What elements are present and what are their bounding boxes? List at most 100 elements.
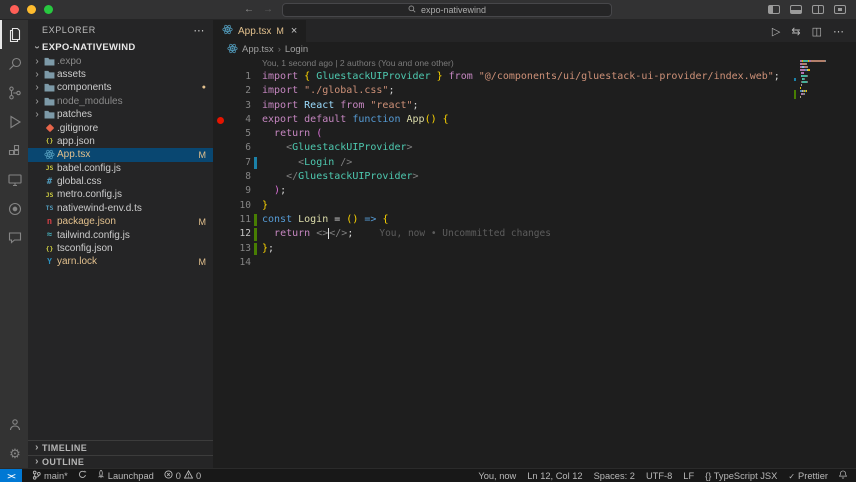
token: import xyxy=(262,85,305,97)
code-line-6[interactable]: 6 <GluestackUIProvider> xyxy=(213,141,856,155)
window-controls xyxy=(0,5,53,14)
file-item-app.json[interactable]: {} app.json xyxy=(28,135,213,148)
code-line-13[interactable]: 13}; xyxy=(213,242,856,256)
git-change-indicator xyxy=(251,242,262,256)
code-line-12[interactable]: 12 return <></>; You, now • Uncommitted c… xyxy=(213,227,856,241)
project-root[interactable]: › EXPO-NATIVEWIND xyxy=(28,41,213,54)
file-item-global.css[interactable]: # global.css xyxy=(28,175,213,188)
back-button[interactable]: ← xyxy=(244,4,254,15)
status-text: Prettier xyxy=(798,470,828,481)
code-line-1[interactable]: 1 import { GluestackUIProvider } from "@/… xyxy=(213,70,856,84)
status-notifications[interactable] xyxy=(838,469,848,482)
open-changes-icon[interactable]: ⇆ xyxy=(791,25,800,38)
explorer-icon[interactable] xyxy=(0,20,28,49)
code-line-11[interactable]: 11 const Login = () => { xyxy=(213,213,856,227)
code-line-3[interactable]: 3 import React from "react"; xyxy=(213,99,856,113)
code-line-7[interactable]: 7 <Login /> xyxy=(213,156,856,170)
status-cursor-position[interactable]: Ln 12, Col 12 xyxy=(527,469,582,482)
js-icon: JS xyxy=(45,190,54,199)
close-window-button[interactable] xyxy=(10,5,19,14)
status-text: UTF-8 xyxy=(645,470,673,481)
code-line-2[interactable]: 2 import "./global.css"; xyxy=(213,84,856,98)
code-line-10[interactable]: 10} xyxy=(213,199,856,213)
gutter-space xyxy=(251,113,262,127)
line-number: 13 xyxy=(239,242,251,254)
source-control-icon[interactable] xyxy=(0,78,28,107)
remote-explorer-icon[interactable] xyxy=(0,165,28,194)
run-icon[interactable]: ▷ xyxy=(772,25,780,38)
code-area[interactable]: You, 1 second ago | 2 authors (You and o… xyxy=(213,57,856,468)
more-actions-icon[interactable]: ⋯ xyxy=(193,24,205,37)
breadcrumb-file[interactable]: App.tsx xyxy=(242,44,274,55)
status-launchpad[interactable]: Launchpad xyxy=(97,469,154,482)
outline-panel[interactable]: › OUTLINE xyxy=(28,454,213,469)
minimize-window-button[interactable] xyxy=(27,5,36,14)
status-git-blame[interactable]: You, now xyxy=(478,469,516,482)
file-item-tailwind.config.js[interactable]: ≈ tailwind.config.js xyxy=(28,228,213,241)
status-encoding[interactable]: UTF-8 xyxy=(646,469,672,482)
minimap[interactable] xyxy=(794,60,842,102)
status-sync-changes[interactable] xyxy=(78,469,87,482)
file-item-.expo[interactable]: › .expo xyxy=(28,54,213,67)
codelens-annotation[interactable]: You, 1 second ago | 2 authors (You and o… xyxy=(213,57,856,70)
code-line-5[interactable]: 5 return ( xyxy=(213,127,856,141)
timeline-panel[interactable]: › TIMELINE xyxy=(28,441,213,455)
status-prettier[interactable]: ✓ Prettier xyxy=(788,469,828,482)
file-item-yarn.lock[interactable]: Yyarn.lock M xyxy=(28,255,213,268)
status-indentation[interactable]: Spaces: 2 xyxy=(594,469,635,482)
chat-icon[interactable] xyxy=(0,223,28,252)
token: () xyxy=(424,113,437,125)
file-item-components[interactable]: › components ● xyxy=(28,81,213,94)
tab-label: App.tsx xyxy=(238,25,272,37)
accounts-icon[interactable] xyxy=(0,410,28,439)
live-share-icon[interactable] xyxy=(0,194,28,223)
status-git-branch[interactable]: main* xyxy=(32,469,68,482)
minimap-line xyxy=(800,81,842,83)
breadcrumb-symbol[interactable]: Login xyxy=(285,44,308,55)
status-eol[interactable]: LF xyxy=(683,469,694,482)
toggle-panel-icon[interactable] xyxy=(790,5,802,14)
file-item-metro.config.js[interactable]: JS metro.config.js xyxy=(28,188,213,201)
breakpoint-icon[interactable] xyxy=(213,116,227,124)
file-item-nativewind-env.d.ts[interactable]: TS nativewind-env.d.ts xyxy=(28,202,213,215)
file-item-node_modules[interactable]: › node_modules xyxy=(28,95,213,108)
toggle-secondary-sidebar-icon[interactable] xyxy=(812,5,824,14)
error-icon xyxy=(164,470,173,481)
code-line-4[interactable]: 4 export default function App() { xyxy=(213,113,856,127)
toggle-primary-sidebar-icon[interactable] xyxy=(768,5,780,14)
extensions-icon[interactable] xyxy=(0,136,28,165)
token: ; xyxy=(280,185,287,197)
file-item-package.json[interactable]: n package.json M xyxy=(28,215,213,228)
file-item-assets[interactable]: › assets xyxy=(28,68,213,81)
code-line-9[interactable]: 9 ); xyxy=(213,184,856,198)
settings-gear-icon[interactable]: ⚙ xyxy=(0,439,28,468)
line-number: 12 xyxy=(239,228,251,240)
gutter-space xyxy=(251,141,262,155)
token: ; xyxy=(388,85,395,97)
zoom-window-button[interactable] xyxy=(44,5,53,14)
file-item-.gitignore[interactable]: .gitignore xyxy=(28,121,213,134)
status-remote-indicator[interactable]: >< xyxy=(0,469,22,482)
customize-layout-icon[interactable] xyxy=(834,5,846,14)
minimap-line xyxy=(794,96,842,99)
file-item-App.tsx[interactable]: App.tsx M xyxy=(28,148,213,162)
status-language-mode[interactable]: {} TypeScript JSX xyxy=(705,469,777,482)
close-icon[interactable]: × xyxy=(291,25,297,37)
run-and-debug-icon[interactable] xyxy=(0,107,28,136)
status-problems[interactable]: 00 xyxy=(164,469,201,482)
code-line-8[interactable]: 8 </GluestackUIProvider> xyxy=(213,170,856,184)
code-line-14[interactable]: 14 xyxy=(213,256,856,270)
file-item-patches[interactable]: › patches xyxy=(28,108,213,121)
status-text: Ln 12, Col 12 xyxy=(527,470,583,481)
more-actions-icon[interactable]: ⋯ xyxy=(833,25,844,38)
forward-button[interactable]: → xyxy=(263,4,273,15)
tab-app-tsx[interactable]: App.tsx M × xyxy=(213,20,307,42)
command-center-search[interactable]: expo-nativewind xyxy=(282,2,612,17)
search-icon[interactable] xyxy=(0,49,28,78)
split-editor-icon[interactable]: ◫ xyxy=(812,25,822,38)
line-content: import React from "react"; xyxy=(262,99,419,113)
token: Login xyxy=(298,213,329,225)
bell-icon xyxy=(838,470,848,481)
file-item-babel.config.js[interactable]: JS babel.config.js xyxy=(28,162,213,175)
file-item-tsconfig.json[interactable]: {} tsconfig.json xyxy=(28,242,213,255)
